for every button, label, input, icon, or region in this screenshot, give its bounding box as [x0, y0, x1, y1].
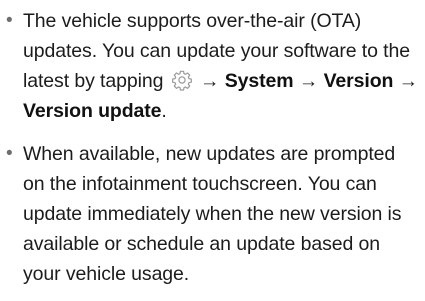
instruction-bullet-list: • The vehicle supports over-the-air (OTA… [0, 6, 425, 289]
bullet-marker: • [6, 10, 13, 31]
arrow-separator: → [298, 70, 319, 92]
bullet-item-update-prompts: • When available, new updates are prompt… [0, 139, 425, 289]
sentence-period: . [161, 100, 167, 122]
arrow-separator: → [398, 70, 419, 92]
arrow-separator: → [199, 70, 220, 92]
gear-icon [171, 69, 193, 91]
update-prompt-text: When available, new updates are prompted… [23, 143, 402, 285]
menu-path-version-update: Version update [23, 100, 162, 122]
bullet-item-ota-updates: • The vehicle supports over-the-air (OTA… [0, 6, 425, 126]
menu-path-version: Version [323, 70, 394, 92]
bullet-marker: • [6, 143, 13, 164]
menu-path-system: System [224, 70, 294, 92]
